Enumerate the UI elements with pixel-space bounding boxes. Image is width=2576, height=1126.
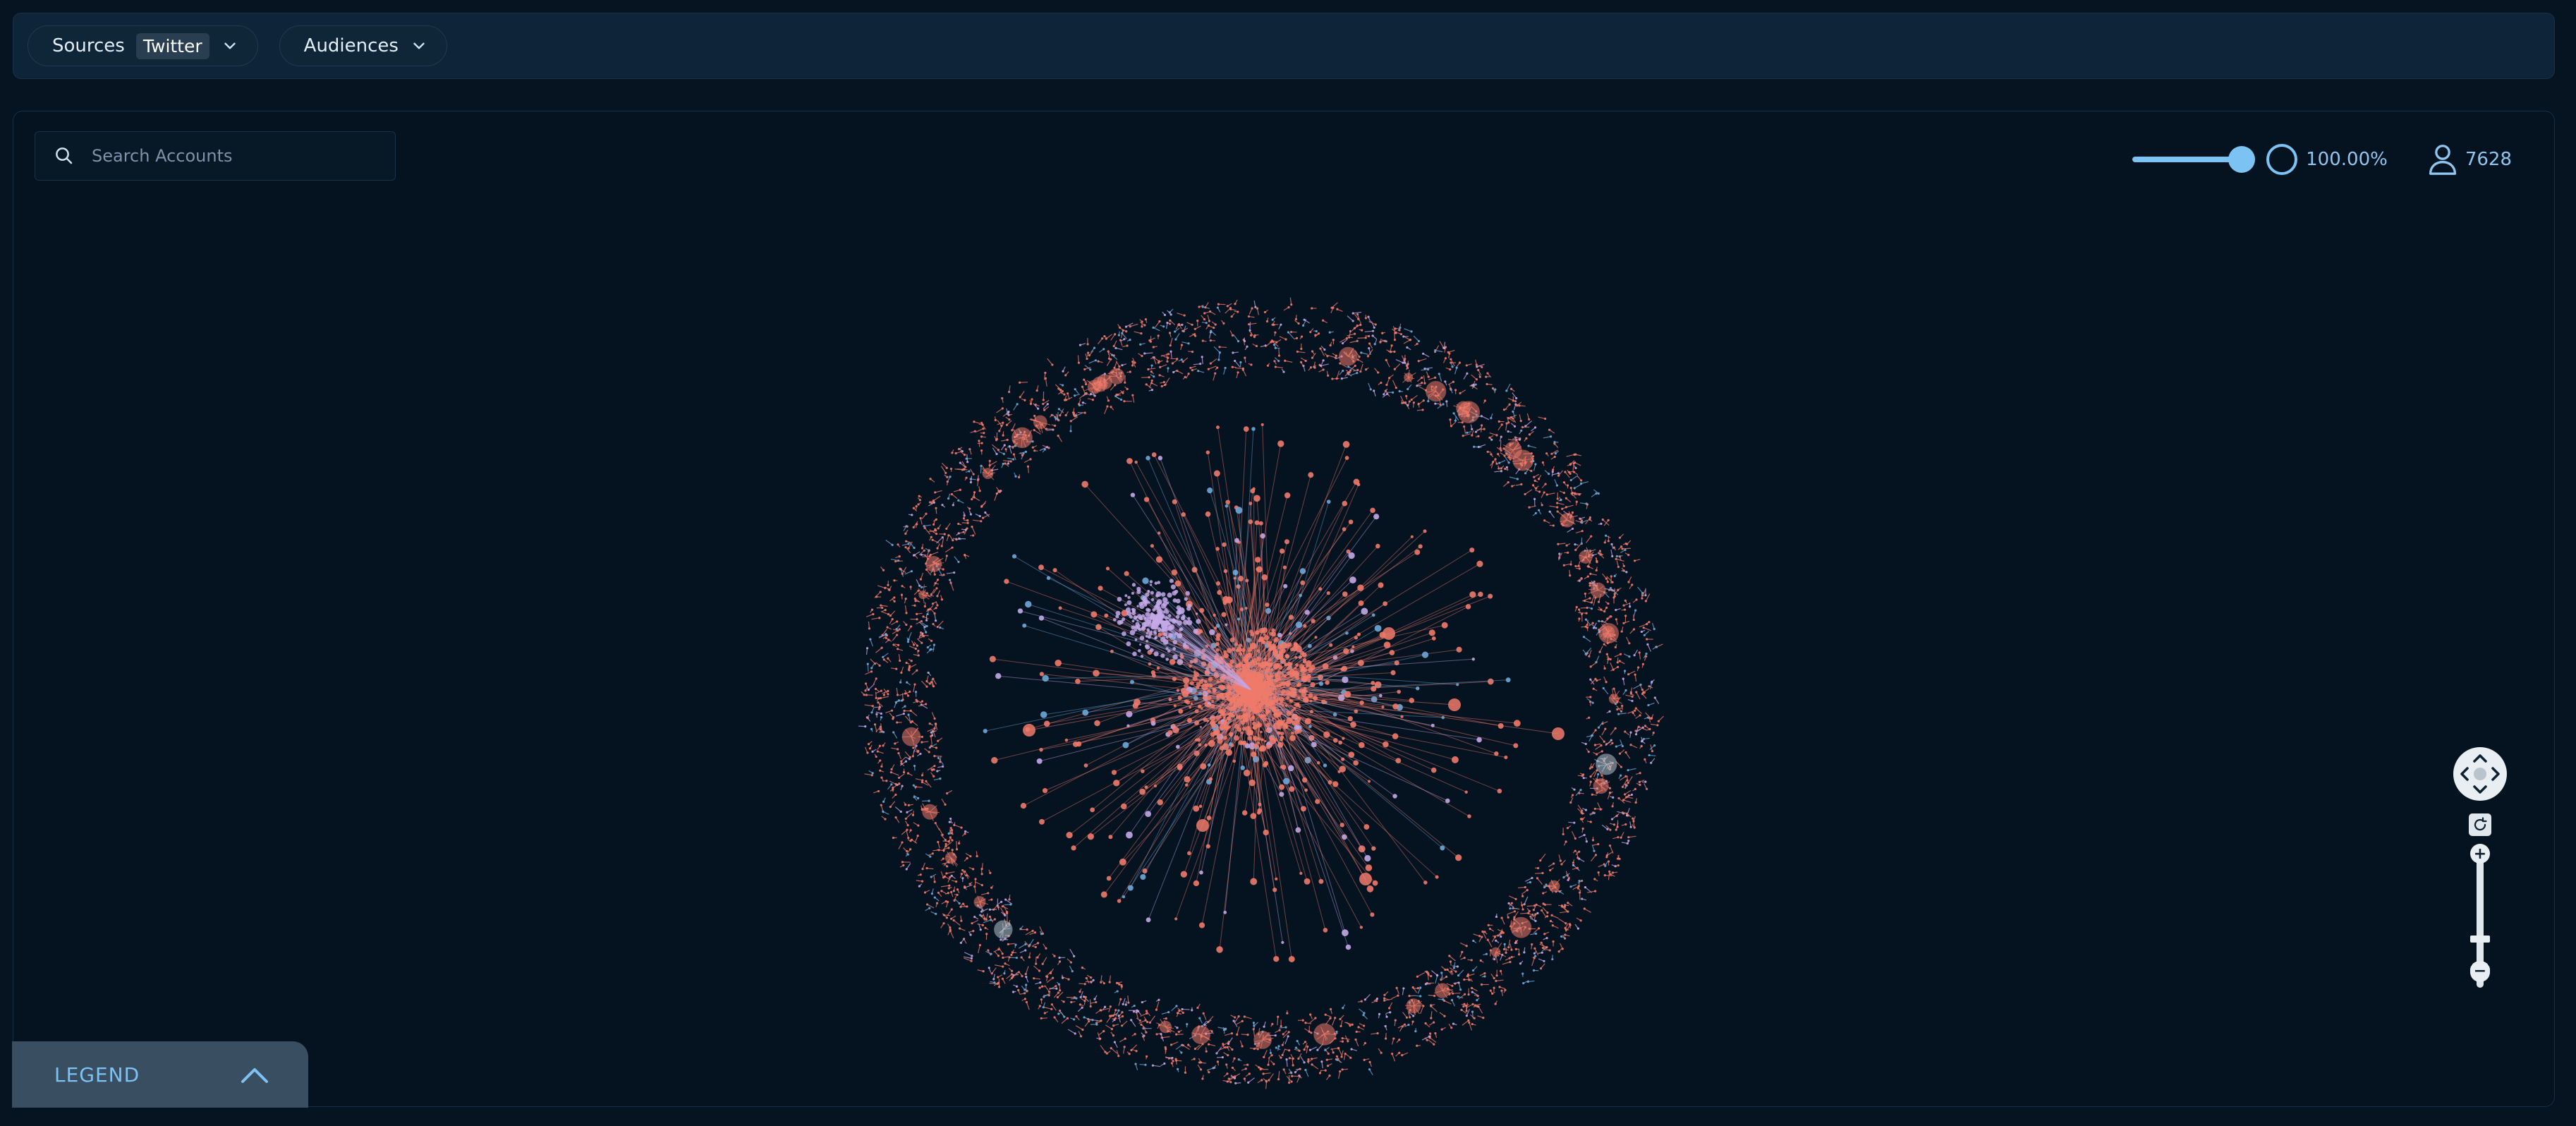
legend-toggle[interactable]: LEGEND <box>12 1041 308 1108</box>
pan-arrows-icon <box>2460 754 2500 794</box>
search-icon <box>56 147 73 164</box>
zoom-slider-handle[interactable] <box>2470 936 2490 943</box>
threshold-slider-thumb[interactable] <box>2228 146 2256 173</box>
network-graph-canvas[interactable] <box>13 111 2555 1107</box>
sources-dropdown[interactable]: Sources Twitter <box>28 25 258 66</box>
graph-controls: 100.00% 7628 <box>2132 140 2512 179</box>
threshold-ring-icon <box>2266 144 2298 175</box>
pan-control[interactable] <box>2453 747 2507 801</box>
chevron-down-icon <box>224 42 236 49</box>
audiences-label: Audiences <box>303 35 399 56</box>
zoom-out-final-button[interactable]: − <box>2470 961 2490 981</box>
audiences-dropdown[interactable]: Audiences <box>279 25 447 66</box>
reset-view-button[interactable] <box>2469 813 2491 836</box>
user-icon <box>2429 145 2456 175</box>
sources-label: Sources <box>52 35 125 56</box>
network-graph-panel[interactable]: 100.00% 7628 <box>13 111 2555 1107</box>
search-accounts-input[interactable] <box>90 145 387 167</box>
threshold-percent: 100.00% <box>2306 149 2388 170</box>
chevron-up-icon <box>241 1068 268 1083</box>
reset-view-icon <box>2474 817 2487 831</box>
sources-selected-chip[interactable]: Twitter <box>135 32 209 59</box>
chevron-down-icon <box>413 42 425 49</box>
zoom-in-button[interactable]: + <box>2470 844 2490 864</box>
filter-bar: Sources Twitter Audiences <box>13 13 2555 79</box>
search-box[interactable] <box>35 131 396 181</box>
account-count: 7628 <box>2465 149 2512 170</box>
threshold-slider[interactable] <box>2132 146 2256 173</box>
legend-label: LEGEND <box>54 1063 140 1086</box>
